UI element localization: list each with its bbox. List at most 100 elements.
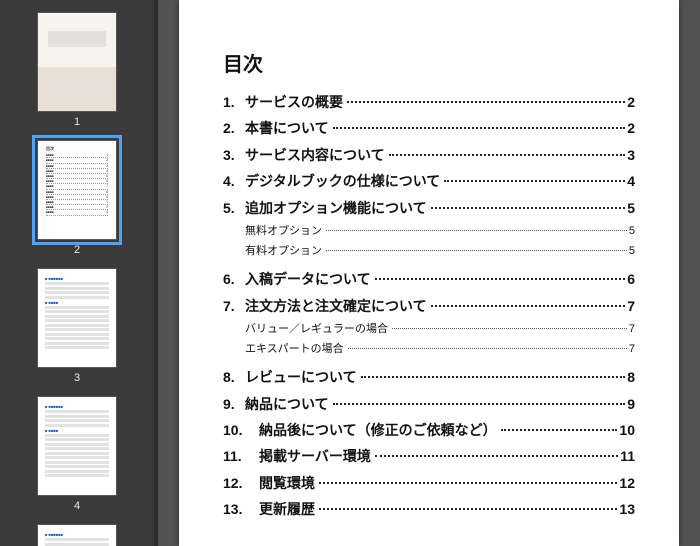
toc-entry-title: デジタルブックの仕様について [245,170,440,192]
toc-entry-page: 10 [619,419,635,441]
toc-sub-title: 無料オプション [245,223,322,241]
toc-sub-title: バリュー／レギュラーの場合 [245,321,388,339]
toc-sub-group: バリュー／レギュラーの場合 7 エキスパートの場合 7 [223,321,635,358]
toc-leader-dots [501,429,618,431]
toc-entry[interactable]: 7.注文方法と注文確定について 7 [223,295,635,317]
thumbnail-5[interactable]: ■ ■■■■■■■ ■■■■ [37,520,117,546]
toc-entry-number: 9. [223,393,245,415]
thumbnail-sidebar[interactable]: 1 目次■■■■1■■■■2■■■■3■■■■4■■■■5■■■■6■■■■7■■… [0,0,154,546]
toc-entry-page: 8 [627,366,635,388]
toc-entry-title: 掲載サーバー環境 [259,445,371,467]
toc-entry[interactable]: 6.入稿データについて 6 [223,268,635,290]
toc-entry-number: 1. [223,91,245,113]
toc-entry[interactable]: 2.本書について 2 [223,117,635,139]
thumbnail-label: 2 [74,244,80,256]
toc-entry-page: 5 [627,197,635,219]
toc-list: 1.サービスの概要 2 2.本書について 2 3.サービス内容について 3 4.デジタルブッ… [223,91,635,520]
thumbnail-preview: 目次■■■■1■■■■2■■■■3■■■■4■■■■5■■■■6■■■■7■■■… [37,140,117,240]
toc-entry[interactable]: 10.納品後について（修正のご依頼など） 10 [223,419,635,441]
thumbnail-1[interactable]: 1 [37,8,117,132]
toc-entry[interactable]: 8.レビューについて 8 [223,366,635,388]
toc-entry-title: 入稿データについて [245,268,371,290]
toc-entry-title: 更新履歴 [259,498,315,520]
toc-entry-title: 注文方法と注文確定について [245,295,427,317]
thumbnail-preview [37,12,117,112]
toc-entry[interactable]: 13.更新履歴 13 [223,498,635,520]
toc-leader-dots [431,305,626,307]
toc-entry-number: 4. [223,170,245,192]
toc-entry-title: サービス内容について [245,144,385,166]
toc-sub-entry[interactable]: 有料オプション 5 [223,243,635,261]
toc-leader-dots [375,455,618,457]
toc-leader-dots [431,207,626,209]
toc-entry[interactable]: 4.デジタルブックの仕様について 4 [223,170,635,192]
toc-entry-number: 12. [223,472,259,494]
main-page-area[interactable]: 目次 1.サービスの概要 2 2.本書について 2 3.サービス内容について 3 4.デジタ… [158,0,700,546]
toc-entry-title: 本書について [245,117,329,139]
toc-entry-page: 13 [619,498,635,520]
toc-entry-number: 2. [223,117,245,139]
toc-entry-title: 納品について [245,393,329,415]
toc-sub-entry[interactable]: エキスパートの場合 7 [223,341,635,359]
toc-entry-page: 7 [627,295,635,317]
toc-entry[interactable]: 5.追加オプション機能について 5 [223,197,635,219]
toc-leader-dots [389,154,626,156]
toc-entry-number: 7. [223,295,245,317]
thumbnail-preview: ■ ■■■■■■■ ■■■■ [37,268,117,368]
toc-sub-page: 5 [629,223,635,241]
thumbnail-3[interactable]: ■ ■■■■■■■ ■■■■ 3 [37,264,117,388]
thumbnail-preview: ■ ■■■■■■■ ■■■■ [37,396,117,496]
toc-entry-number: 3. [223,144,245,166]
thumbnail-label: 4 [74,500,80,512]
toc-leader-dots [348,348,627,349]
toc-sub-page: 7 [629,341,635,359]
toc-sub-page: 7 [629,321,635,339]
thumbnail-label: 1 [74,116,80,128]
page-content: 目次 1.サービスの概要 2 2.本書について 2 3.サービス内容について 3 4.デジタ… [179,0,679,546]
toc-leader-dots [361,376,626,378]
toc-entry[interactable]: 3.サービス内容について 3 [223,144,635,166]
toc-entry-number: 10. [223,419,259,441]
toc-leader-dots [326,230,627,231]
toc-entry-page: 9 [627,393,635,415]
toc-leader-dots [392,328,627,329]
toc-leader-dots [319,482,617,484]
toc-entry-page: 11 [620,445,635,467]
thumbnail-preview: ■ ■■■■■■■ ■■■■ [37,524,117,546]
toc-entry-title: 閲覧環境 [259,472,315,494]
toc-entry-title: 追加オプション機能について [245,197,427,219]
toc-entry-page: 2 [627,91,635,113]
toc-leader-dots [326,250,627,251]
toc-sub-page: 5 [629,243,635,261]
toc-entry-title: サービスの概要 [245,91,343,113]
toc-entry-page: 3 [627,144,635,166]
toc-sub-title: エキスパートの場合 [245,341,344,359]
toc-entry-number: 8. [223,366,245,388]
toc-leader-dots [319,508,617,510]
toc-sub-group: 無料オプション 5 有料オプション 5 [223,223,635,260]
toc-entry[interactable]: 9.納品について 9 [223,393,635,415]
toc-entry-page: 12 [619,472,635,494]
toc-leader-dots [333,403,626,405]
toc-leader-dots [347,101,625,103]
toc-entry-number: 13. [223,498,259,520]
toc-sub-title: 有料オプション [245,243,322,261]
toc-entry-number: 5. [223,197,245,219]
toc-entry[interactable]: 1.サービスの概要 2 [223,91,635,113]
thumbnail-4[interactable]: ■ ■■■■■■■ ■■■■ 4 [37,392,117,516]
toc-entry-page: 2 [627,117,635,139]
toc-heading: 目次 [223,48,635,77]
toc-leader-dots [444,180,625,182]
toc-entry-number: 11. [223,445,259,467]
toc-entry-title: 納品後について（修正のご依頼など） [259,419,497,441]
thumbnail-label: 3 [74,372,80,384]
toc-entry-page: 6 [627,268,635,290]
toc-entry-number: 6. [223,268,245,290]
toc-entry[interactable]: 12.閲覧環境 12 [223,472,635,494]
toc-entry[interactable]: 11.掲載サーバー環境 11 [223,445,635,467]
toc-entry-page: 4 [627,170,635,192]
thumbnail-2[interactable]: 目次■■■■1■■■■2■■■■3■■■■4■■■■5■■■■6■■■■7■■■… [37,136,117,260]
toc-sub-entry[interactable]: 無料オプション 5 [223,223,635,241]
toc-sub-entry[interactable]: バリュー／レギュラーの場合 7 [223,321,635,339]
toc-entry-title: レビューについて [245,366,357,388]
